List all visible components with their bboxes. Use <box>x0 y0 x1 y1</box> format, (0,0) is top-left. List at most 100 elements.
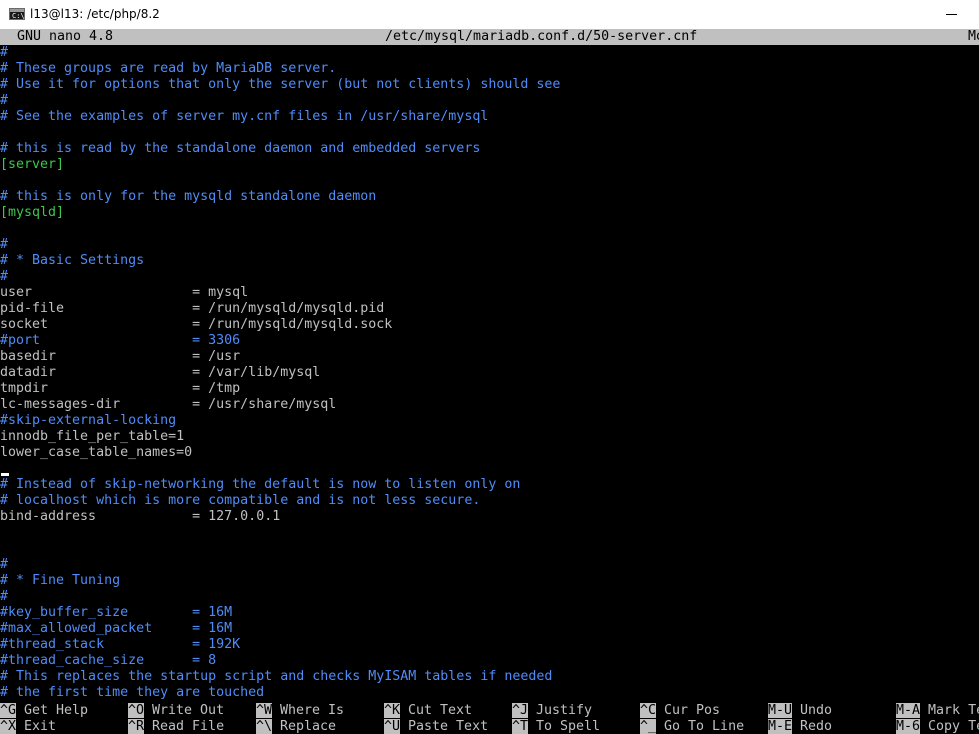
shortcut-item[interactable]: M-A Mark Te <box>896 703 979 719</box>
editor-line[interactable]: basedir = /usr <box>0 349 979 365</box>
shortcut-label: Where Is <box>272 703 345 718</box>
shortcut-label: Redo <box>792 719 833 734</box>
shortcut-label: Go To Line <box>656 719 745 734</box>
editor-line[interactable]: # <box>0 237 979 253</box>
editor-line[interactable]: # <box>0 45 979 61</box>
editor-line[interactable] <box>0 461 979 477</box>
shortcut-item[interactable]: ^T To Spell <box>512 719 600 734</box>
shortcut-label: Replace <box>272 719 337 734</box>
editor-line[interactable]: # * Basic Settings <box>0 253 979 269</box>
shortcut-item[interactable]: ^R Read File <box>128 719 224 734</box>
shortcut-bar-2: ^X Exit ^R Read File ^\ Replace ^U Paste Te… <box>0 719 979 734</box>
editor-line[interactable] <box>0 221 979 237</box>
shortcut-label: Justify <box>528 703 593 718</box>
shortcut-item[interactable]: ^X Exit <box>0 719 56 734</box>
shortcut-item[interactable]: M-E Redo <box>768 719 832 734</box>
editor-buffer[interactable]: # # These groups are read by MariaDB serv… <box>0 45 979 701</box>
shortcut-key: ^X <box>0 719 17 734</box>
editor-line[interactable]: # this is only for the mysqld standalone… <box>0 189 979 205</box>
shortcut-item[interactable]: ^K Cut Text <box>384 703 472 719</box>
editor-line[interactable]: #max_allowed_packet = 16M <box>0 621 979 637</box>
setting-key: pid-file <box>0 301 193 316</box>
shortcut-item[interactable]: ^\ Replace <box>256 719 336 734</box>
line-text: lower_case_table_names=0 <box>0 445 193 460</box>
editor-line[interactable]: #skip-external-locking <box>0 413 979 429</box>
setting-key: user <box>0 285 193 300</box>
comment-text: # See the examples of server my.cnf file… <box>0 109 489 124</box>
setting-key: tmpdir <box>0 381 193 396</box>
editor-line[interactable]: user = mysql <box>0 285 979 301</box>
editor-line[interactable]: # This replaces the startup script and c… <box>0 669 979 685</box>
editor-line[interactable]: #thread_stack = 192K <box>0 637 979 653</box>
editor-line[interactable]: # the first time they are touched <box>0 685 979 701</box>
comment-text: # localhost which is more compatible and… <box>0 493 481 508</box>
editor-line[interactable]: #thread_cache_size = 8 <box>0 653 979 669</box>
comment-text: # <box>0 237 9 252</box>
file-name: /etc/mysql/mariadb.conf.d/50-server.cnf <box>385 29 698 44</box>
shortcut-item[interactable]: M-U Undo <box>768 703 832 719</box>
shortcut-label: Paste Text <box>400 719 489 734</box>
editor-line[interactable]: lower_case_table_names=0 <box>0 445 979 461</box>
setting-separator: = <box>192 509 209 524</box>
shortcut-item[interactable]: ^O Write Out <box>128 703 224 719</box>
shortcut-label: Write Out <box>144 703 225 718</box>
setting-separator: = <box>192 365 209 380</box>
shortcut-item[interactable]: M-6 Copy Te <box>896 719 979 734</box>
shortcut-label: Get Help <box>16 703 89 718</box>
comment-text: # this is read by the standalone daemon … <box>0 141 481 156</box>
editor-line[interactable]: [server] <box>0 157 979 173</box>
shortcut-key: ^_ <box>640 719 657 734</box>
editor-line[interactable] <box>0 125 979 141</box>
editor-line[interactable]: pid-file = /run/mysqld/mysqld.pid <box>0 301 979 317</box>
editor-line[interactable]: # <box>0 557 979 573</box>
editor-line[interactable] <box>0 525 979 541</box>
title-bar[interactable]: C:\ l13@l13: /etc/php/8.2 <box>0 0 979 29</box>
editor-line[interactable]: # this is read by the standalone daemon … <box>0 141 979 157</box>
comment-text: # These groups are read by MariaDB serve… <box>0 61 337 76</box>
editor-line[interactable]: # * Fine Tuning <box>0 573 979 589</box>
setting-value: /usr/share/mysql <box>208 397 337 412</box>
editor-line[interactable]: # localhost which is more compatible and… <box>0 493 979 509</box>
setting-value: /run/mysqld/mysqld.pid <box>208 301 385 316</box>
terminal-window: C:\ l13@l13: /etc/php/8.2 GNU nano 4.8 /… <box>0 0 979 734</box>
editor-line[interactable]: # These groups are read by MariaDB serve… <box>0 61 979 77</box>
comment-text: # <box>0 269 9 284</box>
comment-text: # this is only for the mysqld standalone… <box>0 189 377 204</box>
editor-line[interactable]: # <box>0 269 979 285</box>
editor-line[interactable]: # <box>0 93 979 109</box>
editor-line[interactable]: # See the examples of server my.cnf file… <box>0 109 979 125</box>
editor-line[interactable]: socket = /run/mysqld/mysqld.sock <box>0 317 979 333</box>
editor-line[interactable]: bind-address = 127.0.0.1 <box>0 509 979 525</box>
comment-text: # <box>0 557 9 572</box>
editor-line[interactable]: [mysqld] <box>0 205 979 221</box>
editor-line[interactable]: #key_buffer_size = 16M <box>0 605 979 621</box>
shortcut-item[interactable]: ^U Paste Text <box>384 719 488 734</box>
shortcut-item[interactable]: ^C Cur Pos <box>640 703 720 719</box>
editor-line[interactable] <box>0 541 979 557</box>
shortcut-item[interactable]: ^J Justify <box>512 703 592 719</box>
shortcut-item[interactable]: ^W Where Is <box>256 703 344 719</box>
editor-line[interactable]: tmpdir = /tmp <box>0 381 979 397</box>
comment-text: # <box>0 589 9 604</box>
terminal-area[interactable]: GNU nano 4.8 /etc/mysql/mariadb.conf.d/5… <box>0 29 979 734</box>
editor-line[interactable]: # Instead of skip-networking the default… <box>0 477 979 493</box>
minimize-button[interactable] <box>946 14 957 15</box>
editor-line[interactable]: #port = 3306 <box>0 333 979 349</box>
shortcut-key: ^\ <box>256 719 273 734</box>
shortcut-item[interactable]: ^G Get Help <box>0 703 88 719</box>
comment-text: #key_buffer_size = 16M <box>0 605 233 620</box>
setting-key: lc-messages-dir <box>0 397 193 412</box>
setting-value: mysql <box>208 285 249 300</box>
shortcut-key: ^T <box>512 719 529 734</box>
editor-line[interactable]: lc-messages-dir = /usr/share/mysql <box>0 397 979 413</box>
editor-line[interactable]: # <box>0 589 979 605</box>
terminal-icon: C:\ <box>9 8 25 20</box>
line-text: innodb_file_per_table=1 <box>0 429 185 444</box>
setting-value: 127.0.0.1 <box>208 509 281 524</box>
shortcut-item[interactable]: ^_ Go To Line <box>640 719 744 734</box>
editor-line[interactable]: innodb_file_per_table=1 <box>0 429 979 445</box>
editor-line[interactable]: datadir = /var/lib/mysql <box>0 365 979 381</box>
editor-line[interactable] <box>0 173 979 189</box>
comment-text: #max_allowed_packet = 16M <box>0 621 233 636</box>
editor-line[interactable]: # Use it for options that only the serve… <box>0 77 979 93</box>
